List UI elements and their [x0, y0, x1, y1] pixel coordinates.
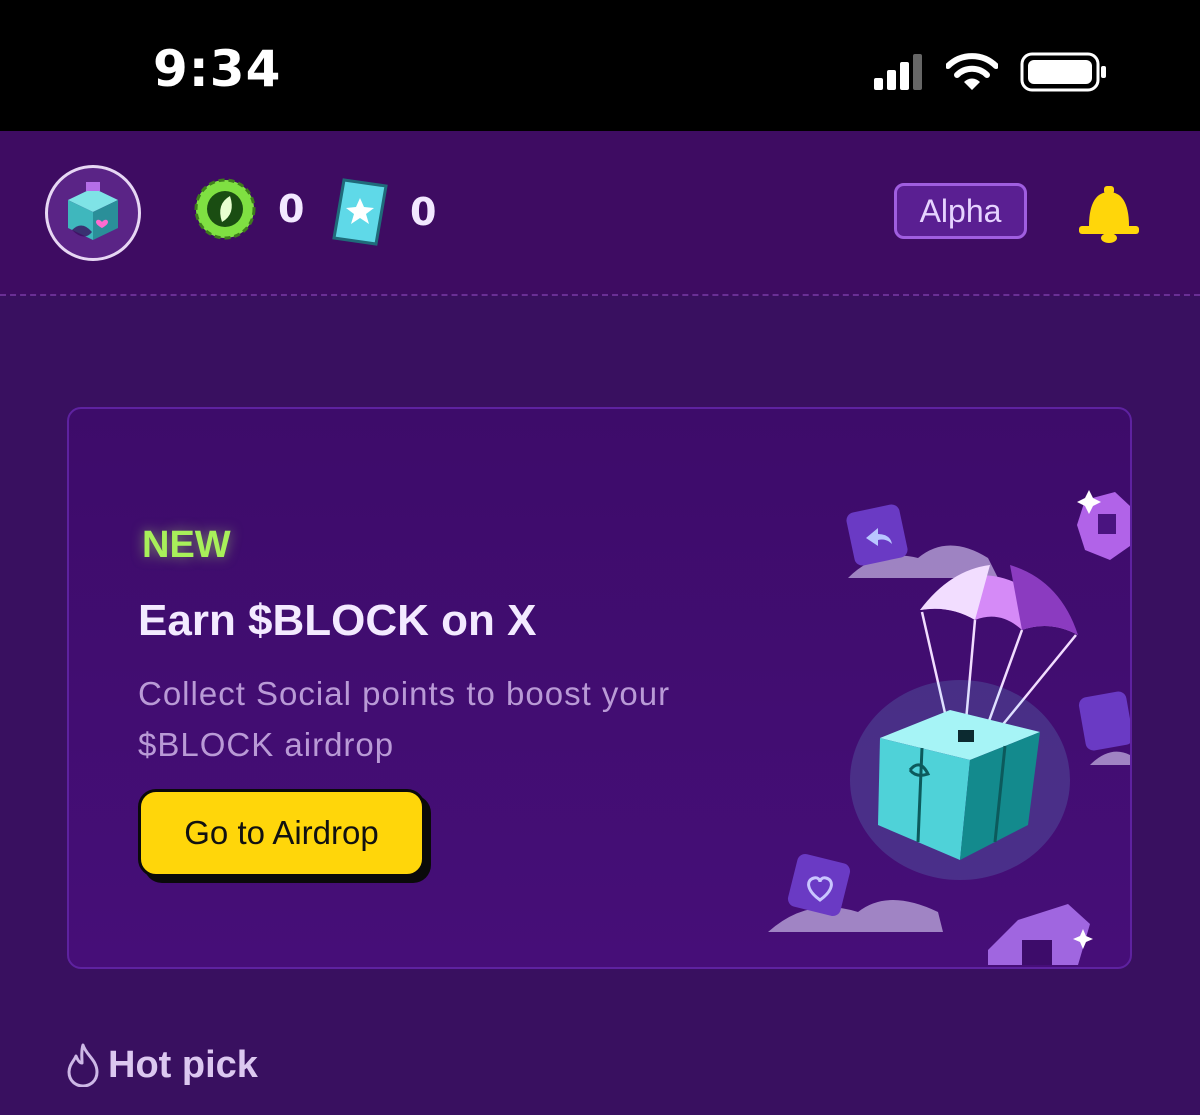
ticket-star-icon	[332, 178, 388, 246]
new-tag: NEW	[142, 524, 231, 566]
ticket-count: 0	[410, 190, 437, 234]
avatar[interactable]	[45, 165, 141, 261]
flame-icon	[67, 1043, 99, 1087]
green-coin-icon	[194, 178, 256, 240]
section-title: Hot pick	[108, 1043, 258, 1086]
status-time: 9:34	[153, 40, 282, 98]
alpha-badge[interactable]: Alpha	[894, 183, 1027, 239]
status-bar: 9:34	[0, 0, 1200, 131]
go-to-airdrop-button[interactable]: Go to Airdrop	[138, 789, 425, 877]
battery-icon	[1020, 52, 1106, 92]
status-icons	[874, 52, 1108, 92]
hot-pick-header: Hot pick	[66, 1043, 258, 1087]
notification-button[interactable]	[1077, 186, 1141, 249]
coin-count: 0	[278, 187, 305, 231]
cube-avatar-icon	[68, 182, 118, 240]
wifi-icon	[946, 53, 998, 90]
bell-icon	[1079, 186, 1139, 243]
promo-description: Collect Social points to boost your $BLO…	[138, 675, 671, 763]
coin-balance[interactable]: 0	[192, 176, 304, 242]
cellular-signal-icon	[874, 54, 922, 90]
ticket-balance[interactable]: 0	[330, 176, 436, 248]
promo-title: Earn $BLOCK on X	[138, 596, 537, 645]
parachute-gift-illustration	[760, 470, 1134, 970]
